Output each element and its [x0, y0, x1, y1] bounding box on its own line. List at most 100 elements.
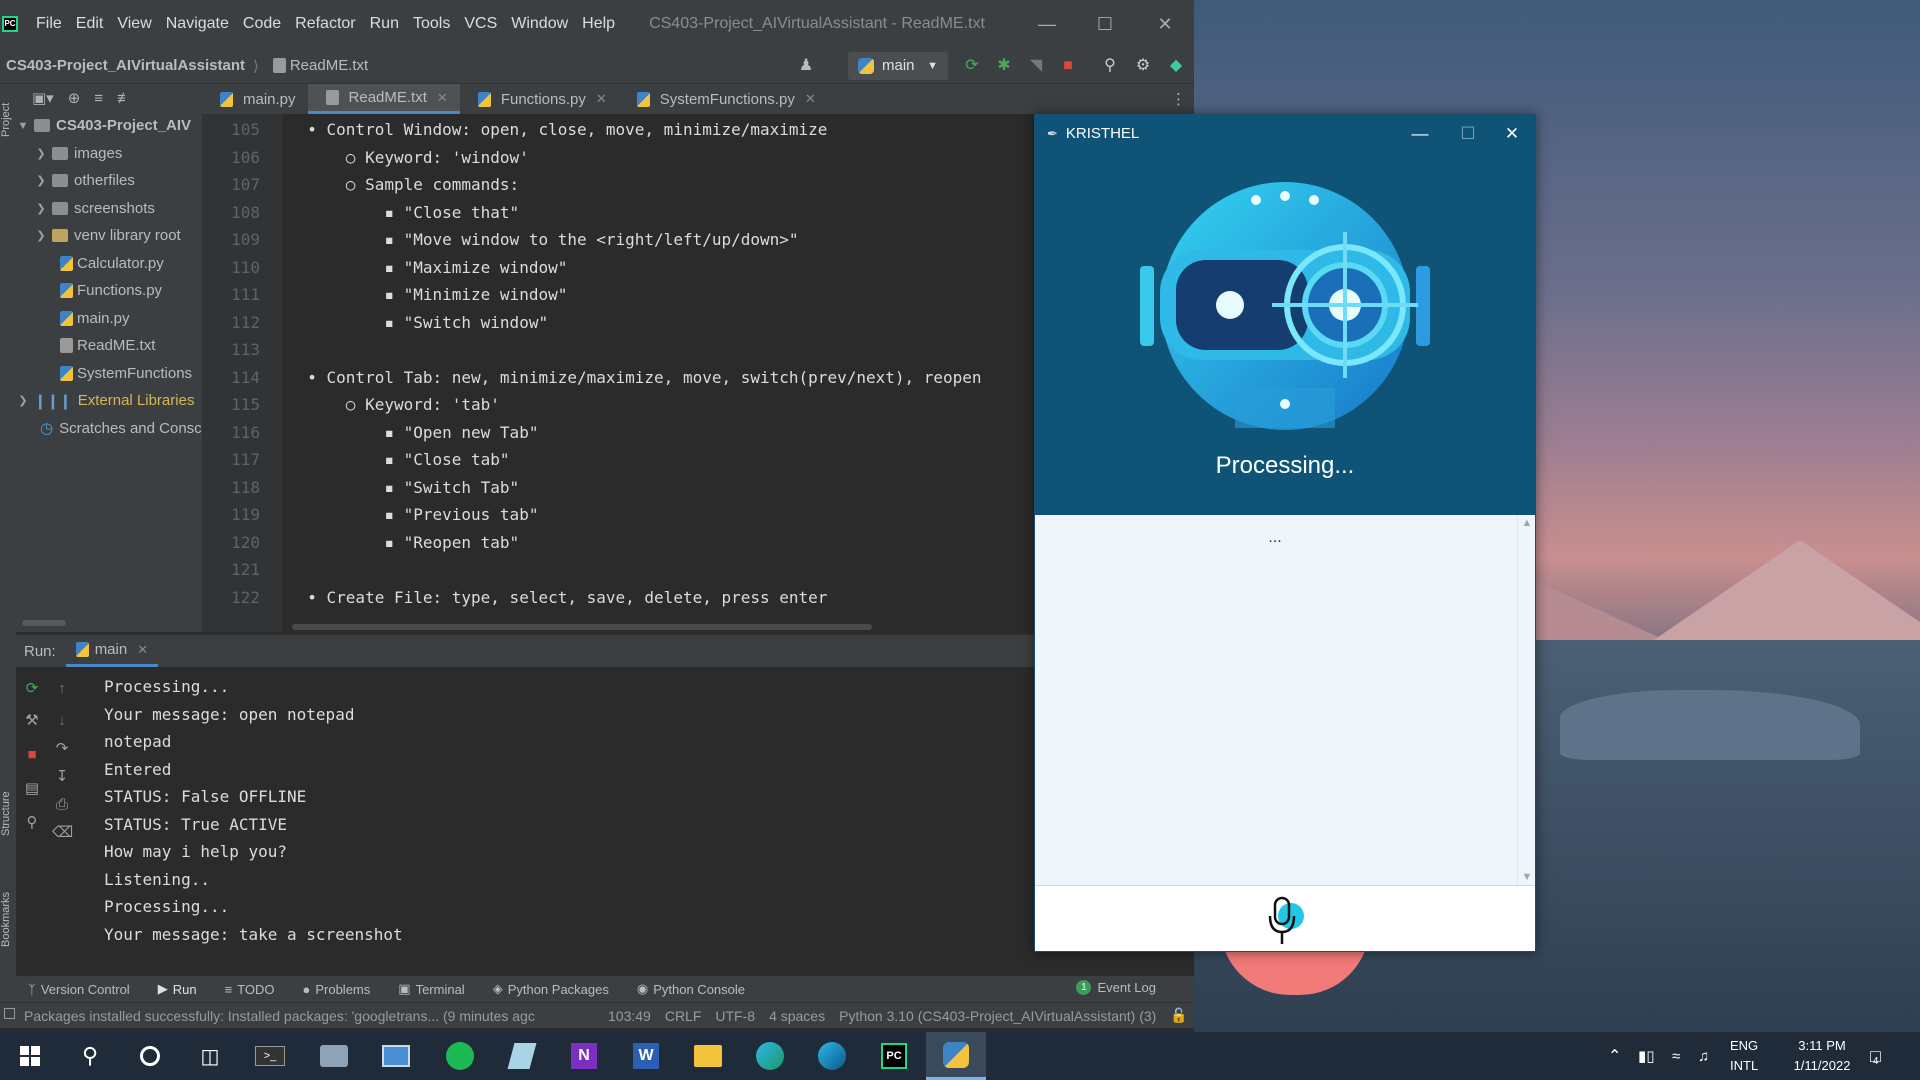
- search-icon[interactable]: ⚲: [1100, 56, 1120, 76]
- printer-app-icon[interactable]: [304, 1032, 364, 1080]
- menu-window[interactable]: Window: [505, 13, 574, 35]
- tree-scratches[interactable]: ◷ Scratches and Consc: [16, 415, 202, 443]
- python-icon[interactable]: [926, 1032, 986, 1080]
- code-editor[interactable]: 105 • Control Window: open, close, move,…: [202, 114, 1032, 632]
- start-icon[interactable]: [0, 1032, 60, 1080]
- pycharm-logo-icon[interactable]: PC: [2, 16, 18, 32]
- file-explorer-icon[interactable]: [678, 1032, 738, 1080]
- gear-icon[interactable]: ⚙: [1133, 56, 1153, 76]
- assistant-conversation-log[interactable]: ... ▲ ▼: [1035, 515, 1535, 885]
- tree-file[interactable]: ReadME.txt: [16, 332, 202, 360]
- menu-view[interactable]: View: [111, 13, 157, 35]
- tab-systemfunctions-py[interactable]: SystemFunctions.py ✕: [619, 84, 828, 114]
- rerun-icon[interactable]: ⟳: [962, 56, 982, 76]
- volume-icon[interactable]: ♫: [1698, 1032, 1709, 1080]
- bookmarks-tool-tab[interactable]: Bookmarks: [0, 874, 16, 964]
- close-button[interactable]: ✕: [1150, 10, 1180, 38]
- spotify-icon[interactable]: [430, 1032, 490, 1080]
- tab-functions-py[interactable]: Functions.py ✕: [460, 84, 619, 114]
- python-console-tab[interactable]: ◉ Python Console: [637, 981, 745, 997]
- tree-folder[interactable]: ❯ otherfiles: [16, 167, 202, 195]
- line-ending[interactable]: CRLF: [665, 1008, 702, 1024]
- tree-file[interactable]: Functions.py: [16, 277, 202, 305]
- close-icon[interactable]: ✕: [805, 91, 816, 107]
- menu-refactor[interactable]: Refactor: [289, 13, 361, 35]
- close-icon[interactable]: ✕: [437, 90, 448, 106]
- edge-dev-icon[interactable]: [802, 1032, 862, 1080]
- stop-icon[interactable]: ■: [22, 745, 42, 765]
- language-indicator[interactable]: ENG INTL: [1730, 1032, 1758, 1080]
- vertical-scrollbar[interactable]: ▲ ▼: [1517, 515, 1535, 885]
- locate-icon[interactable]: ⊕: [68, 89, 81, 107]
- console-output[interactable]: Processing... Your message: open notepad n…: [104, 673, 1184, 948]
- breadcrumb-project[interactable]: CS403-Project_AIVirtualAssistant: [6, 57, 245, 74]
- terminal-tab[interactable]: ▣ Terminal: [398, 981, 464, 997]
- tree-external-libraries[interactable]: ❯ ❙❙❙ External Libraries: [16, 387, 202, 415]
- project-tool-tab[interactable]: Project: [0, 90, 16, 150]
- chevron-right-icon[interactable]: ❯: [16, 394, 30, 407]
- soft-wrap-icon[interactable]: ↷: [52, 739, 72, 759]
- coverage-icon[interactable]: ◥: [1026, 56, 1046, 76]
- scroll-up-icon[interactable]: ▲: [1518, 517, 1536, 529]
- user-icon[interactable]: ♟: [796, 56, 816, 76]
- tree-root[interactable]: ▼ CS403-Project_AIV: [16, 112, 202, 140]
- horizontal-scrollbar[interactable]: [22, 620, 66, 626]
- python-interpreter[interactable]: Python 3.10 (CS403-Project_AIVirtualAssi…: [839, 1008, 1156, 1024]
- trash-icon[interactable]: ⌫: [52, 823, 73, 843]
- chevron-right-icon[interactable]: ❯: [34, 202, 48, 215]
- indent-setting[interactable]: 4 spaces: [769, 1008, 825, 1024]
- arrow-down-icon[interactable]: ↓: [52, 711, 72, 731]
- edge-icon[interactable]: [740, 1032, 800, 1080]
- python-packages-tab[interactable]: ◈ Python Packages: [493, 981, 609, 997]
- file-encoding[interactable]: UTF-8: [715, 1008, 755, 1024]
- more-icon[interactable]: ⋮: [1171, 90, 1186, 108]
- clock[interactable]: 3:11 PM 1/11/2022: [1776, 1032, 1868, 1080]
- menu-help[interactable]: Help: [576, 13, 621, 35]
- menu-file[interactable]: File: [30, 13, 68, 35]
- menu-vcs[interactable]: VCS: [458, 13, 503, 35]
- chevron-up-icon[interactable]: ⌃: [1608, 1032, 1621, 1080]
- tab-readme-txt[interactable]: ReadME.txt ✕: [307, 84, 460, 114]
- caret-position[interactable]: 103:49: [608, 1008, 651, 1024]
- menu-run[interactable]: Run: [364, 13, 405, 35]
- notification-icon[interactable]: □ 4: [1870, 1032, 1881, 1080]
- expand-all-icon[interactable]: ≡: [94, 90, 103, 107]
- layout-icon[interactable]: ▤: [22, 779, 42, 799]
- tree-file[interactable]: main.py: [16, 305, 202, 333]
- breadcrumb-file[interactable]: ReadME.txt: [290, 57, 368, 74]
- plugin-icon[interactable]: ◆: [1166, 56, 1186, 76]
- horizontal-scrollbar[interactable]: [292, 624, 872, 630]
- minimize-button[interactable]: —: [1397, 115, 1443, 152]
- panel-toggle-icon[interactable]: [4, 1008, 15, 1019]
- onenote-icon[interactable]: N: [554, 1032, 614, 1080]
- problems-tab[interactable]: ● Problems: [302, 982, 370, 997]
- tree-file[interactable]: SystemFunctions: [16, 360, 202, 388]
- menu-navigate[interactable]: Navigate: [160, 13, 235, 35]
- stop-icon[interactable]: ■: [1058, 56, 1078, 76]
- notes-icon[interactable]: [492, 1032, 552, 1080]
- tab-main-py[interactable]: main.py: [202, 84, 308, 114]
- event-log-tab[interactable]: 1 Event Log: [1076, 980, 1156, 995]
- project-view-icon[interactable]: ▣▾: [32, 89, 54, 107]
- terminal-icon[interactable]: >_: [240, 1032, 300, 1080]
- arrow-up-icon[interactable]: ↑: [52, 679, 72, 699]
- pycharm-icon[interactable]: PC: [864, 1032, 924, 1080]
- tree-folder[interactable]: ❯ screenshots: [16, 195, 202, 223]
- tree-folder[interactable]: ❯ venv library root: [16, 222, 202, 250]
- chevron-right-icon[interactable]: ❯: [34, 174, 48, 187]
- status-message[interactable]: Packages installed successfully: Install…: [24, 1008, 594, 1024]
- run-tab-main[interactable]: main ✕: [65, 635, 159, 667]
- structure-tool-tab[interactable]: Structure: [0, 774, 16, 854]
- wrench-icon[interactable]: ⚒: [22, 711, 42, 731]
- version-control-tab[interactable]: ᛉ Version Control: [28, 982, 130, 997]
- chevron-right-icon[interactable]: ❯: [34, 229, 48, 242]
- lock-icon[interactable]: 🔓: [1170, 1007, 1187, 1024]
- minimize-button[interactable]: —: [1032, 10, 1062, 38]
- run-config-selector[interactable]: main ▼: [848, 52, 948, 80]
- cortana-icon[interactable]: [120, 1032, 180, 1080]
- close-icon[interactable]: ✕: [596, 91, 607, 107]
- close-icon[interactable]: ✕: [137, 642, 148, 658]
- maximize-button[interactable]: ☐: [1090, 10, 1120, 38]
- menu-tools[interactable]: Tools: [407, 13, 456, 35]
- scroll-to-end-icon[interactable]: ↧: [52, 767, 72, 787]
